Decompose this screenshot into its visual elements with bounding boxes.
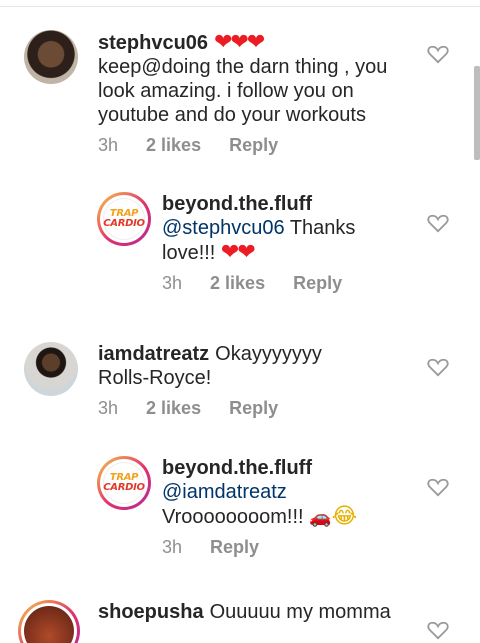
avatar[interactable]: TRAP CARDIO [97,456,151,510]
comment-line: love!!! [162,242,216,264]
comment-text: stephvcu06 ❤❤❤ keep@doing the darn thing … [98,30,424,127]
comment-line: Ouuuuu my momma [209,601,391,623]
avatar[interactable] [24,30,78,84]
comment-meta: 3h 2 likes Reply [98,135,424,156]
comment-username[interactable]: stephvcu06 [98,32,208,54]
likes-count[interactable]: 2 likes [146,398,201,419]
trap-cardio-logo: TRAP CARDIO [103,198,145,240]
comment-body: stephvcu06 ❤❤❤ keep@doing the darn thing … [98,30,424,156]
comment-body: beyond.the.fluff @iamdatreatz Vroooooooo… [162,456,427,558]
divider [0,6,480,7]
reply-button[interactable]: Reply [229,398,278,419]
likes-count[interactable]: 2 likes [210,273,265,294]
timestamp: 3h [162,273,183,293]
like-heart-icon[interactable] [427,357,449,377]
reply-item: TRAP CARDIO beyond.the.fluff @stephvcu06… [97,192,427,294]
comment-meta: 3h 2 likes Reply [98,398,424,419]
comment-line: Vroooooooom!!! [162,506,304,528]
heart-emoji: ❤❤❤ [214,29,265,54]
avatar[interactable] [24,342,78,396]
reply-button[interactable]: Reply [293,273,342,294]
comment-text: beyond.the.fluff @iamdatreatz Vroooooooo… [162,456,427,529]
comment-line: look amazing. i follow you on [98,80,354,102]
reply-button[interactable]: Reply [229,135,278,156]
comment-text: iamdatreatz Okayyyyyyy Rolls-Royce! [98,342,424,390]
timestamp: 3h [98,398,119,418]
reply-button[interactable]: Reply [210,537,259,558]
avatar[interactable] [18,600,80,643]
scrollbar[interactable] [474,66,480,160]
reply-item: TRAP CARDIO beyond.the.fluff @iamdatreat… [97,456,427,558]
comment-text: shoepusha Ouuuuu my momma [98,600,428,624]
comment-item: stephvcu06 ❤❤❤ keep@doing the darn thing … [24,30,424,156]
comments-screen: stephvcu06 ❤❤❤ keep@doing the darn thing … [0,0,480,643]
mention-link[interactable]: @stephvcu06 [162,217,285,239]
comment-item: shoepusha Ouuuuu my momma [18,600,428,643]
comment-body: beyond.the.fluff @stephvcu06 Thanks love… [162,192,427,294]
laughing-emoji: 😂 [331,503,358,528]
comment-username[interactable]: shoepusha [98,601,204,623]
comment-username[interactable]: beyond.the.fluff [162,193,312,215]
likes-count[interactable]: 2 likes [146,135,201,156]
comment-body: iamdatreatz Okayyyyyyy Rolls-Royce! 3h 2 … [98,342,424,419]
like-heart-icon[interactable] [427,213,449,233]
like-heart-icon[interactable] [427,477,449,497]
like-heart-icon[interactable] [427,620,449,640]
comment-body: shoepusha Ouuuuu my momma [98,600,428,624]
comment-text: beyond.the.fluff @stephvcu06 Thanks love… [162,192,427,265]
comment-line: Rolls-Royce! [98,367,212,389]
comment-username[interactable]: beyond.the.fluff [162,457,312,479]
like-heart-icon[interactable] [427,44,449,64]
mention-link[interactable]: @iamdatreatz [162,481,287,503]
heart-emoji: ❤❤ [220,239,256,264]
comment-meta: 3h 2 likes Reply [162,273,427,294]
timestamp: 3h [162,537,183,557]
comment-username[interactable]: iamdatreatz [98,343,209,365]
comment-line: Thanks [289,217,356,239]
comment-line: keep@doing the darn thing , you [98,56,388,78]
comment-line: Okayyyyyyy [215,343,322,365]
comment-item: iamdatreatz Okayyyyyyy Rolls-Royce! 3h 2 … [24,342,424,419]
comment-meta: 3h Reply [162,537,427,558]
car-emoji: 🚗 [309,507,332,527]
comment-line: youtube and do your workouts [98,104,366,126]
trap-cardio-logo: TRAP CARDIO [103,462,145,504]
avatar[interactable]: TRAP CARDIO [97,192,151,246]
timestamp: 3h [98,135,119,155]
